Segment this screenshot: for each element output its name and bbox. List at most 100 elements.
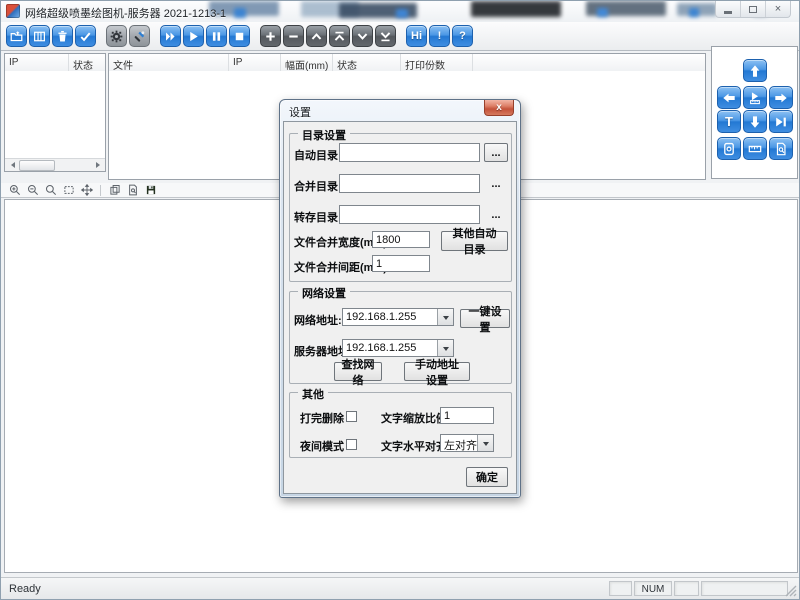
open-file-button[interactable] [6,25,27,47]
move-down-button[interactable] [352,25,373,47]
text-tool-button[interactable]: T [717,110,741,133]
remove-button[interactable] [283,25,304,47]
other-auto-dir-button[interactable]: 其他自动目录 [441,231,508,251]
document-magnifier-icon [774,142,788,156]
network-address-combobox[interactable]: 192.168.1.255 [342,308,454,326]
titlebar-glass-artifact [597,8,608,17]
delete-button[interactable] [52,25,73,47]
save-button[interactable] [143,184,158,197]
column-header-ip[interactable]: IP [229,54,281,71]
close-icon: x [496,102,502,113]
move-to-end-button[interactable] [769,110,793,133]
dump-dir-browse-button[interactable]: ... [484,205,508,224]
stop-button[interactable] [229,25,250,47]
titlebar-glass-artifact [471,1,561,17]
pause-button[interactable] [206,25,227,47]
resize-grip[interactable] [784,584,797,597]
scroll-right-button[interactable] [91,160,104,171]
column-header-size[interactable]: 幅面(mm) [281,54,333,71]
dump-dir-input[interactable] [339,205,480,224]
dialog-title: 设置 [289,104,311,120]
move-down-arrow-button[interactable] [743,110,767,133]
settings-button[interactable] [106,25,127,47]
column-header-status[interactable]: 状态 [69,54,105,71]
night-mode-checkbox[interactable] [346,439,357,450]
help-button[interactable]: ? [452,25,473,47]
select-region-button[interactable] [61,184,76,197]
text-align-combobox[interactable]: 左对齐 [440,434,494,452]
measure-button[interactable] [743,137,767,160]
zoom-in-button[interactable] [7,184,22,197]
plus-icon [264,30,277,43]
status-pane [701,581,788,596]
column-header-copies[interactable]: 打印份数 [401,54,473,71]
scrollbar-thumb[interactable] [19,160,55,171]
status-pane [609,581,632,596]
dialog-close-button[interactable]: x [484,100,514,116]
zoom-reset-button[interactable] [43,184,58,197]
text-align-value: 左对齐 [441,435,477,451]
stop-icon [233,30,246,43]
client-list-body[interactable] [5,71,105,158]
add-button[interactable] [260,25,281,47]
move-to-bottom-button[interactable] [375,25,396,47]
dropdown-button[interactable] [437,309,453,325]
maximize-button[interactable] [741,1,766,17]
hi-button[interactable]: Hi [406,25,427,47]
server-address-combobox[interactable]: 192.168.1.255 [342,339,454,357]
pan-button[interactable] [79,184,94,197]
merge-dir-browse-button[interactable]: ... [484,174,508,193]
help-label: ? [459,30,466,42]
tools-button[interactable] [129,25,150,47]
columns-view-button[interactable] [29,25,50,47]
ok-button[interactable]: 确定 [466,467,508,487]
merge-width-input[interactable] [372,231,430,248]
play-ruler-icon [748,91,762,105]
confirm-button[interactable] [75,25,96,47]
find-network-button[interactable]: 查找网络 [334,362,382,381]
dropdown-button[interactable] [437,340,453,356]
manual-address-button[interactable]: 手动地址设置 [404,362,470,381]
print-preview-button[interactable] [125,184,140,197]
text-scale-label: 文字缩放比例 [381,410,447,426]
night-mode-label: 夜间模式 [300,438,344,454]
merge-dir-input[interactable] [339,174,480,193]
paper-roll-icon [722,142,736,156]
auto-dir-input[interactable] [339,143,480,162]
fast-forward-button[interactable] [160,25,181,47]
minimize-button[interactable] [716,1,741,17]
columns-icon [33,30,46,43]
directory-group-title: 目录设置 [298,127,350,143]
about-button[interactable]: ! [429,25,450,47]
column-header-ip[interactable]: IP [5,54,69,71]
auto-dir-browse-button[interactable]: ... [484,143,508,162]
tools-icon [133,30,146,43]
scroll-left-button[interactable] [6,160,19,171]
move-right-arrow-button[interactable] [769,86,793,109]
pan-arrows-icon [81,184,93,196]
text-align-label: 文字水平对齐 [381,438,447,454]
file-list-header: 文件 IP 幅面(mm) 状态 打印份数 [109,54,705,72]
text-scale-input[interactable] [440,407,494,424]
start-button[interactable] [183,25,204,47]
merge-gap-input[interactable] [372,255,430,272]
move-left-arrow-button[interactable] [717,86,741,109]
paper-roll-button[interactable] [717,137,741,160]
text-tool-label: T [725,114,733,129]
one-key-setup-button[interactable]: 一键设置 [460,309,510,328]
chevron-down-icon [443,347,449,354]
close-button[interactable]: × [766,1,790,17]
move-to-top-button[interactable] [329,25,350,47]
dropdown-button[interactable] [477,435,493,451]
app-icon [6,4,20,18]
move-up-arrow-button[interactable] [743,59,767,82]
column-header-status[interactable]: 状态 [333,54,401,71]
move-up-button[interactable] [306,25,327,47]
print-start-button[interactable] [743,86,767,109]
document-preview-button[interactable] [769,137,793,160]
zoom-out-button[interactable] [25,184,40,197]
copy-view-button[interactable] [107,184,122,197]
column-header-file[interactable]: 文件 [109,54,229,71]
network-address-value: 192.168.1.255 [343,309,437,325]
delete-after-print-checkbox[interactable] [346,411,357,422]
